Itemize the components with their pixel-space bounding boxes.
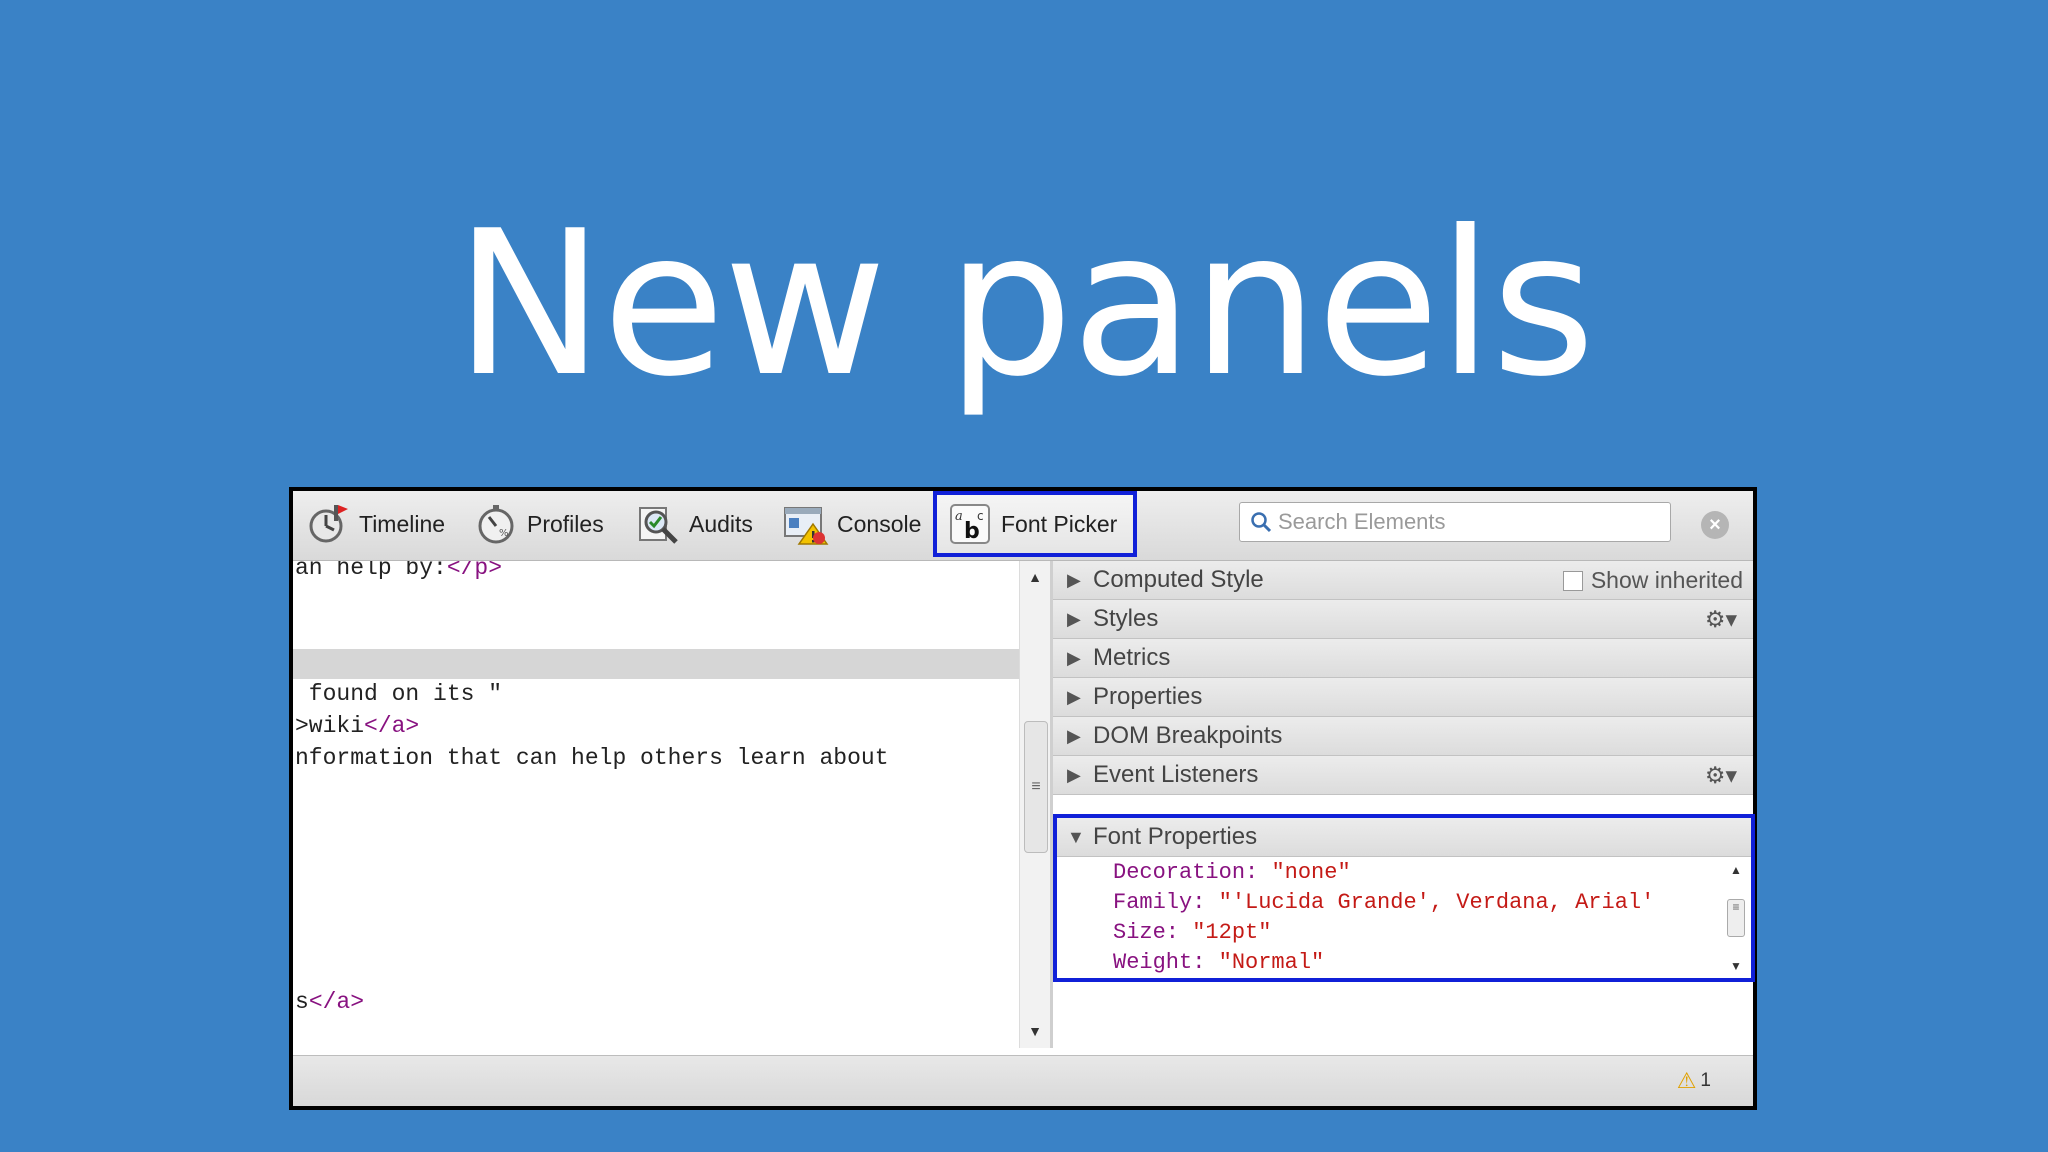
- svg-text:%: %: [499, 528, 509, 539]
- section-event-listeners[interactable]: ▶ Event Listeners ⚙▾: [1053, 756, 1753, 795]
- section-computed-style[interactable]: ▶ Computed Style Show inherited: [1053, 561, 1753, 600]
- search-box: [1239, 502, 1671, 542]
- slide-title: New panels: [454, 188, 1596, 421]
- code-line[interactable]: s</a>: [295, 989, 364, 1015]
- show-inherited-toggle[interactable]: Show inherited: [1562, 567, 1743, 594]
- audits-icon: [635, 501, 681, 547]
- elements-code-pane[interactable]: an help by:</p> found on its " >wiki</a>…: [293, 561, 1019, 1048]
- scroll-up-arrow-icon[interactable]: ▲: [1725, 863, 1747, 877]
- section-dom-breakpoints[interactable]: ▶ DOM Breakpoints: [1053, 717, 1753, 756]
- search-icon: [1250, 511, 1272, 533]
- section-styles[interactable]: ▶ Styles ⚙▾: [1053, 600, 1753, 639]
- gear-icon[interactable]: ⚙▾: [1705, 606, 1737, 633]
- scroll-down-arrow-icon[interactable]: ▼: [1725, 959, 1747, 973]
- devtools-window: Timeline % Profiles Audits Console abc F…: [289, 487, 1757, 1110]
- tab-audits[interactable]: Audits: [635, 491, 753, 557]
- close-icon[interactable]: ×: [1701, 511, 1729, 539]
- scroll-thumb[interactable]: ≡: [1727, 899, 1745, 937]
- code-line[interactable]: an help by:</p>: [295, 561, 502, 581]
- tab-profiles-label: Profiles: [527, 510, 604, 537]
- tab-console[interactable]: Console: [783, 491, 921, 557]
- tab-timeline[interactable]: Timeline: [305, 491, 445, 557]
- tab-audits-label: Audits: [689, 510, 753, 537]
- font-properties-scrollbar[interactable]: ▲ ≡ ▼: [1725, 863, 1747, 973]
- search-input[interactable]: [1276, 508, 1660, 536]
- scroll-up-arrow-icon[interactable]: ▲: [1020, 569, 1050, 585]
- font-picker-icon: abc: [947, 501, 993, 547]
- expand-triangle-icon: ▶: [1067, 569, 1081, 590]
- status-bar: ⚠ 1: [293, 1055, 1753, 1106]
- profiles-icon: %: [473, 501, 519, 547]
- expand-triangle-icon: ▶: [1067, 764, 1081, 785]
- console-icon: [783, 501, 829, 547]
- code-line[interactable]: found on its ": [295, 681, 502, 707]
- scroll-down-arrow-icon[interactable]: ▼: [1020, 1023, 1050, 1039]
- tab-timeline-label: Timeline: [359, 510, 446, 537]
- styles-sidebar: ▶ Computed Style Show inherited ▶ Styles…: [1053, 561, 1755, 1048]
- show-inherited-checkbox[interactable]: [1562, 570, 1583, 591]
- section-font-properties[interactable]: ▼ Font Properties: [1057, 818, 1751, 857]
- font-prop-weight: Weight: "Normal": [1113, 950, 1325, 975]
- font-properties-panel: ▼ Font Properties Decoration: "none" Fam…: [1053, 814, 1755, 982]
- font-prop-size: Size: "12pt": [1113, 920, 1272, 945]
- tab-font-picker[interactable]: abc Font Picker: [933, 491, 1137, 557]
- code-pane-scrollbar[interactable]: ▲ ≡ ▼: [1019, 561, 1050, 1048]
- font-prop-decoration: Decoration: "none": [1113, 860, 1351, 885]
- expand-triangle-icon: ▶: [1067, 647, 1081, 668]
- font-prop-family: Family: "'Lucida Grande', Verdana, Arial…: [1113, 890, 1655, 915]
- warning-icon: ⚠: [1676, 1068, 1697, 1093]
- expand-triangle-icon: ▶: [1067, 608, 1081, 629]
- tab-font-picker-label: Font Picker: [1001, 510, 1118, 537]
- timeline-icon: [305, 501, 351, 547]
- svg-text:c: c: [977, 509, 984, 523]
- selected-row-highlight: [293, 649, 1019, 679]
- svg-text:a: a: [955, 509, 963, 524]
- section-metrics[interactable]: ▶ Metrics: [1053, 639, 1753, 678]
- tab-console-label: Console: [837, 510, 922, 537]
- tab-profiles[interactable]: % Profiles: [473, 491, 604, 557]
- gear-icon[interactable]: ⚙▾: [1705, 762, 1737, 789]
- code-line[interactable]: nformation that can help others learn ab…: [295, 745, 889, 771]
- scroll-thumb[interactable]: ≡: [1024, 721, 1048, 853]
- collapse-triangle-icon: ▼: [1067, 826, 1085, 847]
- section-properties[interactable]: ▶ Properties: [1053, 678, 1753, 717]
- expand-triangle-icon: ▶: [1067, 725, 1081, 746]
- devtools-toolbar: Timeline % Profiles Audits Console abc F…: [293, 491, 1753, 561]
- warning-counter[interactable]: ⚠ 1: [1677, 1068, 1711, 1094]
- expand-triangle-icon: ▶: [1067, 686, 1081, 707]
- code-line[interactable]: >wiki</a>: [295, 713, 419, 739]
